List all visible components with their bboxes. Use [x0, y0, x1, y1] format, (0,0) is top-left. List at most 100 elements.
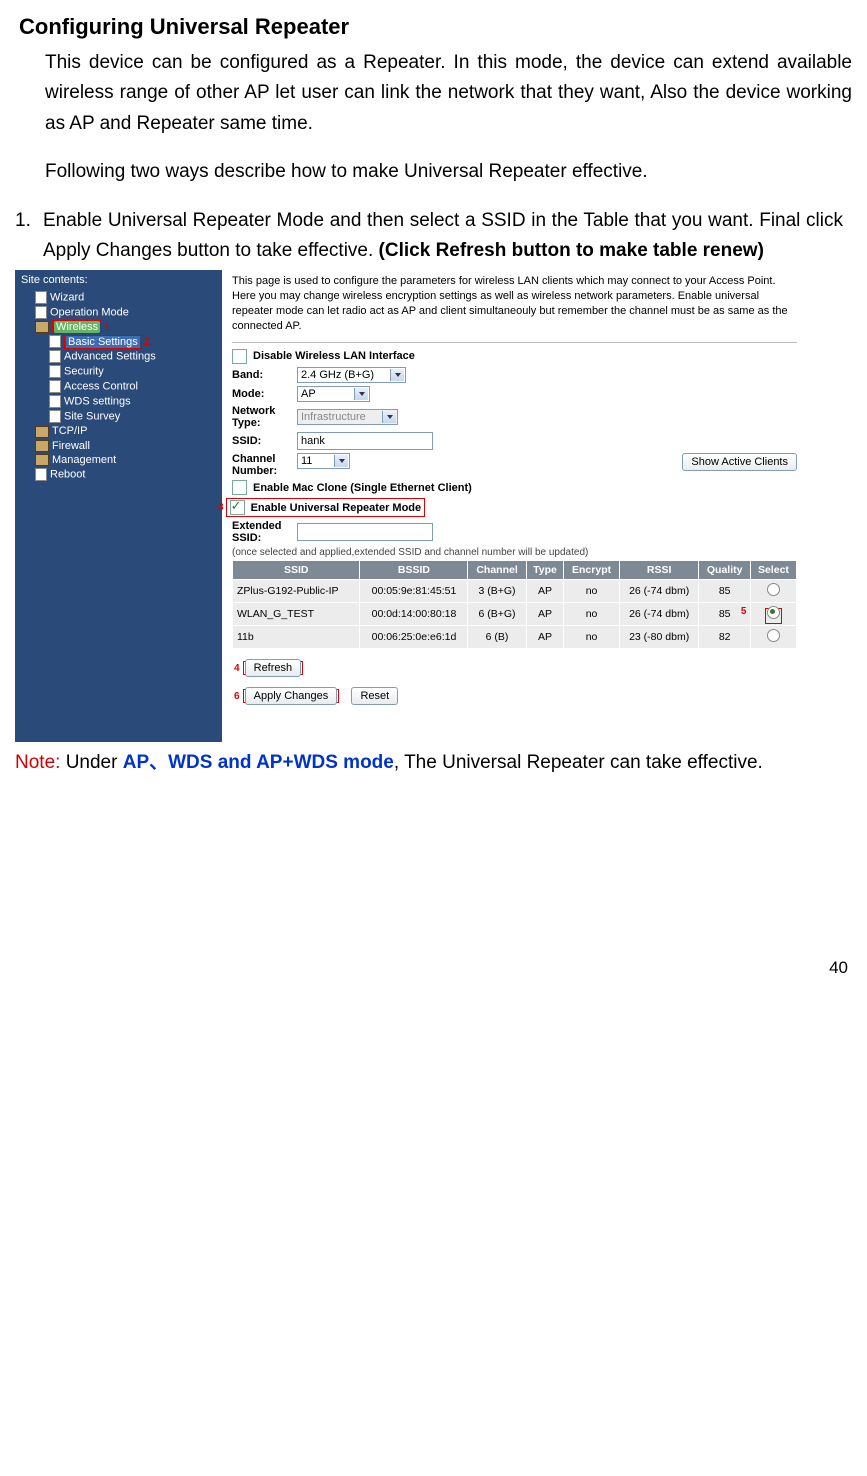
row-band: Band: 2.4 GHz (B+G) [232, 367, 797, 383]
sidebar-item-opmode[interactable]: Operation Mode [21, 305, 216, 320]
row-disable-wlan: Disable Wireless LAN Interface [232, 349, 797, 364]
page-icon [49, 335, 61, 348]
mode-label: Mode: [232, 388, 297, 400]
sidebar-item-management[interactable]: Management [21, 453, 216, 467]
mac-clone-checkbox[interactable] [232, 480, 247, 495]
main-panel: This page is used to configure the param… [222, 270, 805, 741]
sidebar-item-basic[interactable]: Basic Settings2 [21, 334, 216, 349]
sidebar-item-label: Advanced Settings [64, 351, 156, 363]
select-radio[interactable] [767, 583, 780, 596]
table-row: 11b00:06:25:0e:e6:1d6 (B)APno23 (-80 dbm… [233, 626, 797, 649]
universal-repeater-label: Enable Universal Repeater Mode [251, 502, 422, 514]
sidebar-item-label: Reboot [50, 468, 85, 480]
th-rssi: RSSI [619, 561, 699, 580]
th-quality: Quality [699, 561, 750, 580]
row-ssid: SSID: hank [232, 432, 797, 450]
table-cell: 00:0d:14:00:80:18 [360, 603, 468, 626]
table-cell: no [564, 603, 619, 626]
sidebar: Site contents: Wizard Operation Mode Wir… [15, 270, 222, 741]
table-cell: AP [526, 626, 564, 649]
sidebar-item-wizard[interactable]: Wizard [21, 290, 216, 305]
sidebar-item-firewall[interactable]: Firewall [21, 439, 216, 453]
page-icon [49, 410, 61, 423]
table-cell: 00:06:25:0e:e6:1d [360, 626, 468, 649]
reset-button[interactable]: Reset [351, 687, 398, 705]
sidebar-item-label: Firewall [52, 440, 90, 452]
mode-select[interactable]: AP [297, 386, 370, 402]
folder-icon [35, 426, 49, 438]
paragraph-1: This device can be configured as a Repea… [45, 48, 852, 139]
table-cell-select [750, 580, 796, 603]
table-row: ZPlus-G192-Public-IP00:05:9e:81:45:513 (… [233, 580, 797, 603]
sidebar-item-label: Basic Settings [66, 336, 140, 348]
sidebar-item-reboot[interactable]: Reboot [21, 467, 216, 482]
table-cell: ZPlus-G192-Public-IP [233, 580, 360, 603]
th-select: Select [750, 561, 796, 580]
annotation-4: 4 [234, 663, 240, 674]
sidebar-item-label: TCP/IP [52, 425, 87, 437]
note-blue: AP、WDS and AP+WDS mode [123, 752, 394, 773]
row-nettype: Network Type: Infrastructure [232, 405, 797, 429]
band-value: 2.4 GHz (B+G) [301, 369, 374, 381]
disable-wlan-label: Disable Wireless LAN Interface [253, 350, 415, 362]
table-cell: 82 [699, 626, 750, 649]
sidebar-item-label: Site Survey [64, 411, 120, 423]
table-cell: 26 (-74 dbm) [619, 580, 699, 603]
select-radio[interactable] [767, 629, 780, 642]
sidebar-item-label: WDS settings [64, 396, 131, 408]
table-cell: 11b [233, 626, 360, 649]
sidebar-item-advanced[interactable]: Advanced Settings [21, 349, 216, 364]
th-channel: Channel [468, 561, 526, 580]
divider [232, 342, 797, 343]
note-suffix: , The Universal Repeater can take effect… [394, 752, 763, 773]
sidebar-item-security[interactable]: Security [21, 364, 216, 379]
disable-wlan-checkbox[interactable] [232, 349, 247, 364]
ssid-label: SSID: [232, 435, 297, 447]
step-text-bold: (Click Refresh button to make table rene… [379, 240, 764, 261]
table-row: WLAN_G_TEST00:0d:14:00:80:186 (B+G)APno2… [233, 603, 797, 626]
sidebar-item-access[interactable]: Access Control [21, 379, 216, 394]
page-icon [35, 291, 47, 304]
table-cell: 26 (-74 dbm) [619, 603, 699, 626]
th-ssid: SSID [233, 561, 360, 580]
annotation-3: 3 [218, 502, 224, 513]
paragraph-2: Following two ways describe how to make … [45, 157, 852, 187]
ssid-input[interactable]: hank [297, 432, 433, 450]
th-bssid: BSSID [360, 561, 468, 580]
row-mode: Mode: AP [232, 386, 797, 402]
ext-ssid-note: (once selected and applied,extended SSID… [232, 547, 797, 558]
row-channel: Channel Number: 11 Show Active Clients [232, 453, 797, 477]
universal-repeater-checkbox[interactable] [230, 500, 245, 515]
page-number: 40 [15, 958, 852, 978]
table-cell: 23 (-80 dbm) [619, 626, 699, 649]
table-cell: AP [526, 603, 564, 626]
show-clients-button[interactable]: Show Active Clients [682, 453, 797, 471]
page-heading: Configuring Universal Repeater [19, 14, 852, 40]
refresh-button[interactable]: Refresh [245, 659, 302, 677]
table-cell: no [564, 626, 619, 649]
table-cell: 00:05:9e:81:45:51 [360, 580, 468, 603]
ext-ssid-input[interactable] [297, 523, 433, 541]
band-select[interactable]: 2.4 GHz (B+G) [297, 367, 406, 383]
table-cell-select [750, 626, 796, 649]
sidebar-item-wireless[interactable]: Wireless1 [21, 320, 216, 334]
sidebar-item-wds[interactable]: WDS settings [21, 394, 216, 409]
table-cell-select: 5 [750, 603, 796, 626]
sidebar-item-tcpip[interactable]: TCP/IP [21, 424, 216, 438]
sidebar-item-label: Management [52, 454, 116, 466]
page-icon [35, 306, 47, 319]
note-line: Note: Under AP、WDS and AP+WDS mode, The … [15, 748, 852, 778]
row-mac-clone: Enable Mac Clone (Single Ethernet Client… [232, 480, 797, 495]
channel-select[interactable]: 11 [297, 453, 350, 469]
select-radio[interactable] [767, 606, 780, 619]
page-icon [49, 365, 61, 378]
table-cell: AP [526, 580, 564, 603]
sidebar-item-survey[interactable]: Site Survey [21, 409, 216, 424]
channel-value: 11 [301, 455, 312, 467]
sidebar-title: Site contents: [21, 274, 216, 286]
mac-clone-label: Enable Mac Clone (Single Ethernet Client… [253, 482, 472, 494]
channel-label: Channel Number: [232, 453, 297, 477]
table-cell: WLAN_G_TEST [233, 603, 360, 626]
page-icon [49, 380, 61, 393]
apply-changes-button[interactable]: Apply Changes [245, 687, 338, 705]
